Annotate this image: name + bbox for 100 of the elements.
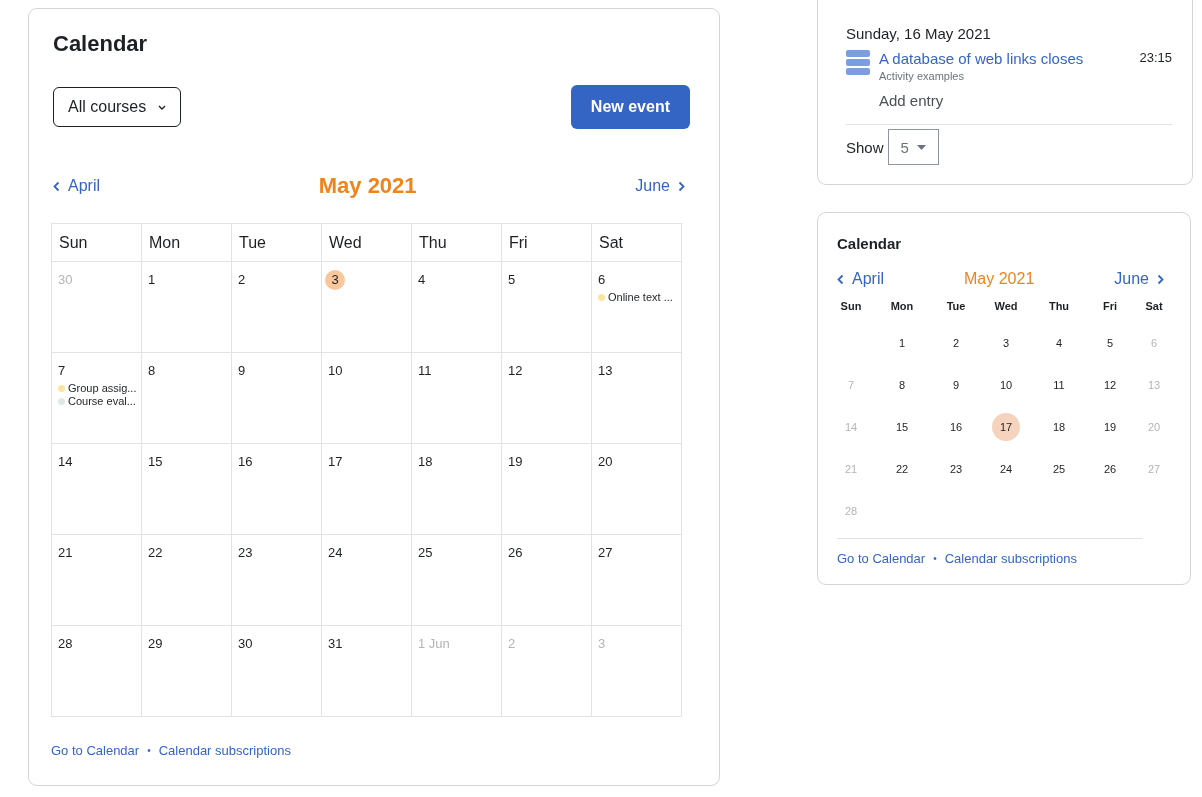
day-number[interactable]: 4 (1045, 329, 1073, 357)
event-title[interactable]: Group assig... (68, 382, 137, 394)
day-cell[interactable]: 5 (502, 262, 592, 353)
day-cell[interactable]: 30 (232, 626, 322, 717)
day-cell[interactable]: 10 (322, 353, 412, 444)
day-number[interactable]: 12 (1096, 371, 1124, 399)
day-cell[interactable]: 1 (142, 262, 232, 353)
day-number: 2 (238, 271, 247, 289)
day-cell[interactable]: 7 Group assig... Course eval... (52, 353, 142, 444)
day-number: 15 (148, 453, 164, 471)
day-number: 10 (328, 362, 344, 380)
day-number[interactable]: 25 (1045, 455, 1073, 483)
day-cell[interactable]: 2 (232, 262, 322, 353)
day-number: 13 (598, 362, 614, 380)
caret-down-icon (916, 144, 926, 150)
event-title[interactable]: Course eval... (68, 395, 136, 407)
day-cell[interactable]: 26 (502, 535, 592, 626)
show-count-dropdown[interactable]: 5 (887, 129, 939, 165)
day-number[interactable]: 23 (942, 455, 970, 483)
previous-month-link[interactable]: April (837, 270, 884, 288)
day-cell[interactable]: 23 (232, 535, 322, 626)
day-number: 30 (58, 271, 74, 289)
day-cell[interactable]: 6 Online text ... (592, 262, 682, 353)
chevron-left-icon (837, 273, 844, 285)
day-number: 23 (238, 544, 254, 562)
day-cell[interactable]: 19 (502, 444, 592, 535)
day-number[interactable]: 24 (992, 455, 1020, 483)
next-month-link[interactable]: June (635, 177, 685, 195)
event-date: Sunday, 16 May 2021 (846, 25, 992, 42)
month-title: May 2021 (318, 173, 417, 199)
day-number[interactable]: 8 (888, 371, 916, 399)
go-to-calendar-link[interactable]: Go to Calendar (837, 551, 926, 566)
day-number: 9 (238, 362, 247, 380)
chevron-right-icon (1157, 273, 1164, 285)
day-cell[interactable]: 22 (142, 535, 232, 626)
day-number: 26 (508, 544, 524, 562)
day-cell[interactable]: 27 (592, 535, 682, 626)
new-event-button[interactable]: New event (570, 85, 690, 129)
day-number[interactable]: 15 (888, 413, 916, 441)
weekday-header: Thu (412, 224, 502, 262)
day-cell[interactable]: 3 (322, 262, 412, 353)
day-cell[interactable]: 9 (232, 353, 322, 444)
day-number: 22 (148, 544, 164, 562)
weekday-header: Sat (592, 224, 682, 262)
go-to-calendar-link[interactable]: Go to Calendar (51, 743, 140, 758)
day-cell[interactable]: 14 (52, 444, 142, 535)
day-cell[interactable]: 11 (412, 353, 502, 444)
day-cell[interactable]: 15 (142, 444, 232, 535)
day-number[interactable]: 9 (942, 371, 970, 399)
day-number[interactable]: 19 (1096, 413, 1124, 441)
day-number[interactable]: 5 (1096, 329, 1124, 357)
day-number[interactable]: 17 (992, 413, 1020, 441)
weekday-header: Thu (1047, 300, 1071, 314)
day-cell[interactable]: 21 (52, 535, 142, 626)
weekday-header: Tue (232, 224, 322, 262)
day-cell[interactable]: 25 (412, 535, 502, 626)
course-dropdown[interactable]: All courses (53, 87, 182, 127)
day-number: 3 (325, 270, 345, 290)
day-number: 21 (58, 544, 74, 562)
previous-month-link[interactable]: April (53, 177, 100, 195)
day-number: 3 (598, 635, 607, 653)
calendar-subscriptions-link[interactable]: Calendar subscriptions (944, 551, 1077, 566)
next-month-link[interactable]: June (1114, 270, 1164, 288)
day-cell[interactable]: 17 (322, 444, 412, 535)
day-cell[interactable]: 28 (52, 626, 142, 717)
day-number[interactable]: 10 (992, 371, 1020, 399)
event-link[interactable]: A database of web links closes (879, 50, 1084, 67)
day-cell[interactable]: 12 (502, 353, 592, 444)
day-number[interactable]: 22 (888, 455, 916, 483)
chevron-right-icon (678, 180, 685, 192)
add-entry-link[interactable]: Add entry (879, 92, 944, 109)
event-title[interactable]: Online text ... (608, 291, 673, 303)
weekday-header: Mon (142, 224, 232, 262)
separator-dot: • (147, 745, 151, 756)
day-number[interactable]: 18 (1045, 413, 1073, 441)
weekday-header: Fri (1101, 300, 1119, 314)
day-cell[interactable]: 13 (592, 353, 682, 444)
day-cell[interactable]: 24 (322, 535, 412, 626)
day-cell[interactable]: 8 (142, 353, 232, 444)
day-cell[interactable]: 4 (412, 262, 502, 353)
day-number: 7 (58, 362, 67, 380)
day-number: 12 (508, 362, 524, 380)
day-cell[interactable]: 18 (412, 444, 502, 535)
day-number[interactable]: 2 (942, 329, 970, 357)
weekday-header: Wed (993, 300, 1019, 314)
course-name: Activity examples (879, 70, 965, 82)
weekday-header: Tue (945, 300, 967, 314)
weekday-header: Sat (1144, 300, 1164, 314)
day-number[interactable]: 26 (1096, 455, 1124, 483)
day-cell[interactable]: 16 (232, 444, 322, 535)
day-number[interactable]: 16 (942, 413, 970, 441)
calendar-subscriptions-link[interactable]: Calendar subscriptions (158, 743, 291, 758)
weekday-header: Fri (502, 224, 592, 262)
day-number[interactable]: 3 (992, 329, 1020, 357)
day-cell[interactable]: 20 (592, 444, 682, 535)
day-number: 25 (418, 544, 434, 562)
day-number[interactable]: 1 (888, 329, 916, 357)
day-number[interactable]: 11 (1045, 371, 1073, 399)
day-cell[interactable]: 31 (322, 626, 412, 717)
day-cell[interactable]: 29 (142, 626, 232, 717)
